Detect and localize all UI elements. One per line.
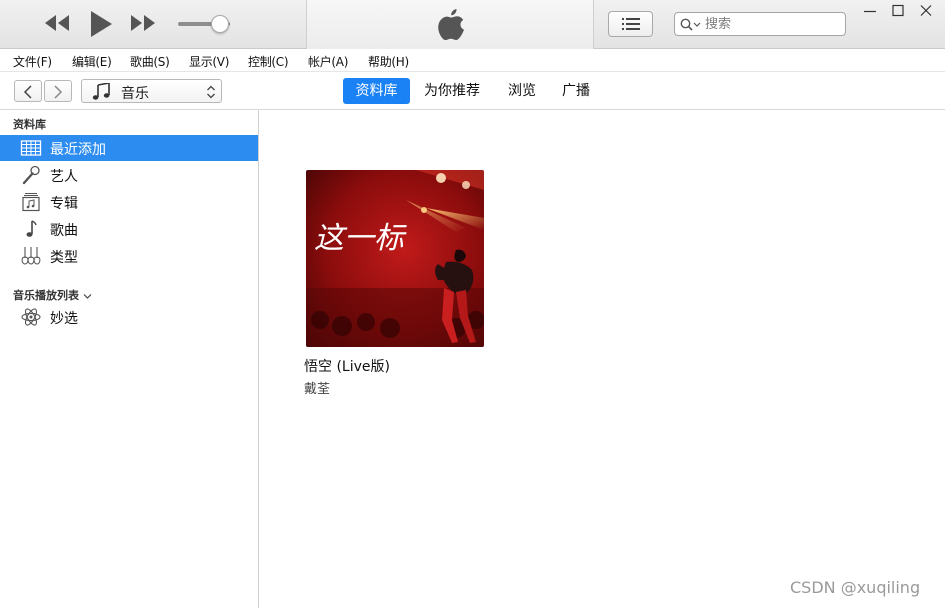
- play-icon[interactable]: [89, 10, 113, 42]
- music-note-icon: [20, 219, 42, 239]
- status-display: [306, 0, 594, 49]
- guitars-icon: [20, 246, 42, 266]
- previous-track-icon[interactable]: [44, 14, 70, 36]
- sidebar-item-genres[interactable]: 类型: [0, 243, 258, 269]
- playlists-heading-label: 音乐播放列表: [13, 289, 79, 302]
- library-section-heading: 资料库: [13, 118, 46, 131]
- library-content: 这一标 悟空 (Live版) 戴荃: [260, 110, 945, 608]
- list-icon: [622, 18, 640, 30]
- sidebar-item-label: 妙选: [50, 311, 78, 327]
- media-type-label: 音乐: [121, 86, 149, 102]
- microphone-icon: [20, 165, 42, 185]
- menu-edit[interactable]: 编辑(E): [72, 53, 112, 70]
- navigation-bar: 音乐 资料库 为你推荐 浏览 广播: [0, 72, 945, 110]
- forward-button[interactable]: [44, 80, 72, 102]
- search-box[interactable]: [674, 12, 846, 36]
- next-track-icon[interactable]: [130, 14, 156, 36]
- maximize-icon[interactable]: [888, 3, 908, 19]
- close-icon[interactable]: [916, 3, 936, 19]
- music-note-icon: [92, 82, 112, 105]
- grid-icon: [20, 138, 42, 158]
- apple-logo-icon: [435, 7, 467, 47]
- chevron-left-icon: [23, 85, 32, 99]
- sidebar-item-label: 艺人: [50, 169, 78, 185]
- album-icon: [20, 192, 42, 212]
- menu-bar: 文件(F) 编辑(E) 歌曲(S) 显示(V) 控制(C) 帐户(A) 帮助(H…: [0, 49, 945, 72]
- sidebar-item-artists[interactable]: 艺人: [0, 162, 258, 188]
- tab-radio[interactable]: 广播: [554, 78, 598, 104]
- playlists-section-heading[interactable]: 音乐播放列表: [13, 287, 92, 303]
- sidebar-item-label: 歌曲: [50, 223, 78, 239]
- watermark: CSDN @xuqiling: [790, 578, 921, 597]
- sidebar: 资料库 最近添加 艺人 专辑 歌曲 类型 音乐播放列表 妙选: [0, 110, 259, 608]
- menu-view[interactable]: 显示(V): [189, 53, 229, 70]
- chevron-right-icon: [54, 85, 63, 99]
- sidebar-item-label: 专辑: [50, 196, 78, 212]
- back-button[interactable]: [14, 80, 42, 102]
- album-title[interactable]: 悟空 (Live版): [304, 356, 390, 376]
- menu-song[interactable]: 歌曲(S): [130, 53, 170, 70]
- tab-browse[interactable]: 浏览: [500, 78, 544, 104]
- media-type-selector[interactable]: 音乐: [81, 79, 222, 103]
- menu-file[interactable]: 文件(F): [13, 53, 52, 70]
- up-down-chevron-icon: [206, 84, 216, 103]
- album-cover[interactable]: 这一标: [306, 170, 484, 347]
- sidebar-item-label: 类型: [50, 250, 78, 266]
- sidebar-item-genius-mixes[interactable]: 妙选: [0, 304, 258, 330]
- menu-account[interactable]: 帐户(A): [308, 53, 348, 70]
- tab-for-you[interactable]: 为你推荐: [416, 78, 488, 104]
- sidebar-item-label: 最近添加: [50, 142, 106, 158]
- search-input[interactable]: [705, 14, 843, 34]
- menu-help[interactable]: 帮助(H): [368, 53, 409, 70]
- album-cover-text: 这一标: [314, 221, 407, 256]
- album-artist[interactable]: 戴荃: [304, 378, 330, 397]
- sidebar-item-recently-added[interactable]: 最近添加: [0, 135, 258, 161]
- sidebar-item-albums[interactable]: 专辑: [0, 189, 258, 215]
- minimize-icon[interactable]: [860, 3, 880, 19]
- chevron-down-icon: [83, 293, 92, 299]
- volume-slider-handle[interactable]: [210, 15, 229, 33]
- sidebar-item-songs[interactable]: 歌曲: [0, 216, 258, 242]
- player-toolbar: [0, 0, 945, 49]
- atom-icon: [20, 307, 42, 327]
- search-icon: [680, 18, 701, 31]
- up-next-list-button[interactable]: [608, 11, 653, 37]
- tab-library[interactable]: 资料库: [343, 78, 410, 104]
- menu-controls[interactable]: 控制(C): [248, 53, 289, 70]
